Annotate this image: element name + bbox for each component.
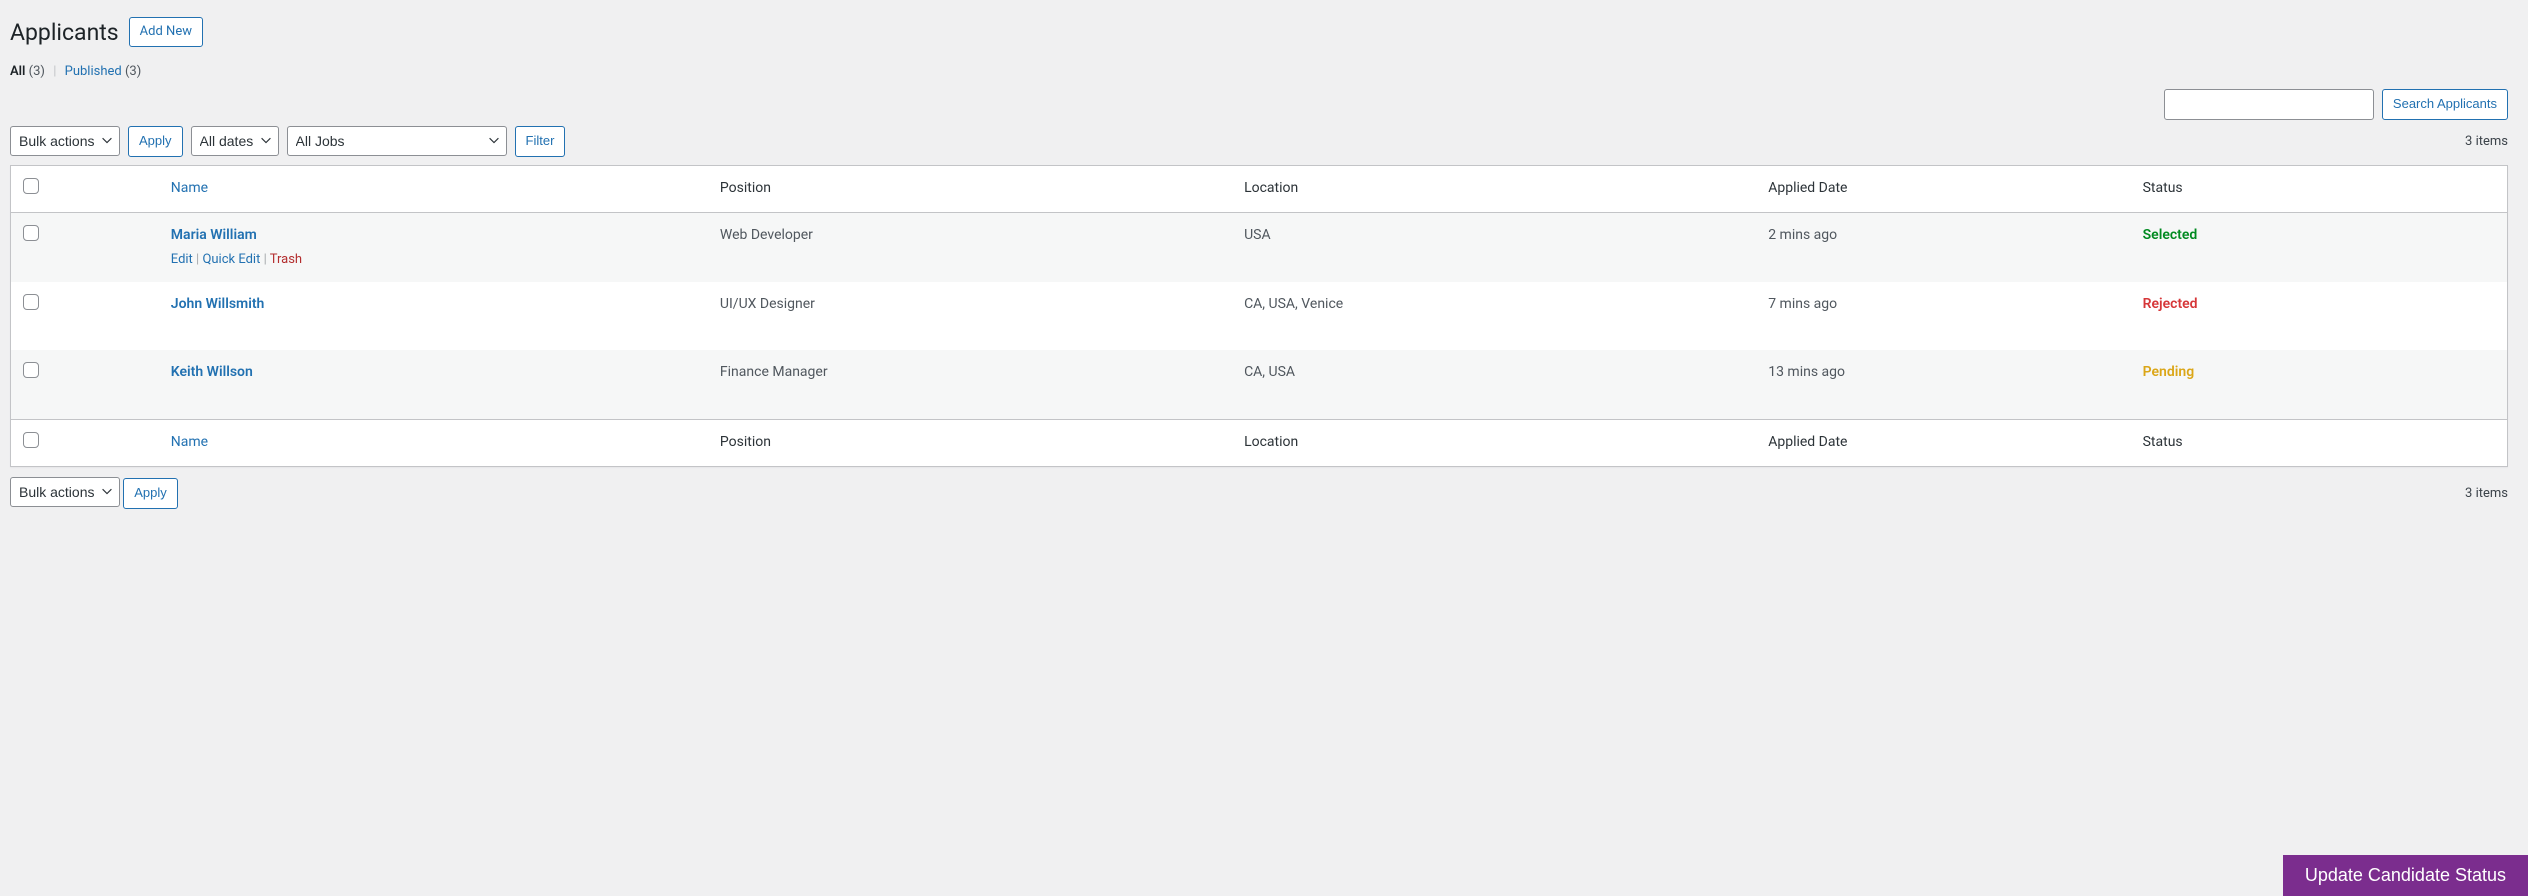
row-action-edit[interactable]: Edit xyxy=(171,252,193,267)
column-applied-date-footer: Applied Date xyxy=(1758,419,2132,467)
list-view-filters: All (3) | Published (3) xyxy=(10,64,2508,79)
column-status-header: Status xyxy=(2133,166,2507,214)
applicant-position-cell: Web Developer xyxy=(710,213,1234,282)
apply-bulk-top[interactable]: Apply xyxy=(128,126,183,157)
applicants-table: Name Position Location Applied Date Stat… xyxy=(10,165,2508,468)
column-position-header: Position xyxy=(710,166,1234,214)
column-name-header[interactable]: Name xyxy=(161,166,710,214)
date-filter-select[interactable]: All dates xyxy=(191,126,279,156)
filter-all-label[interactable]: All xyxy=(10,64,25,79)
select-all-top[interactable] xyxy=(23,178,39,194)
column-location-footer: Location xyxy=(1234,419,1758,467)
table-row: Keith Willson Edit | Quick Edit | Trash … xyxy=(11,350,2507,419)
status-badge: Pending xyxy=(2143,364,2195,380)
table-row: John Willsmith Edit | Quick Edit | Trash… xyxy=(11,282,2507,351)
item-count-bottom: 3 items xyxy=(2465,486,2508,501)
add-new-button[interactable]: Add New xyxy=(129,17,203,48)
page-title: Applicants xyxy=(10,10,119,50)
job-filter-select[interactable]: All Jobs xyxy=(287,126,507,156)
applicant-name-link[interactable]: Keith Willson xyxy=(171,364,253,380)
search-applicants-input[interactable] xyxy=(2164,89,2374,120)
checkbox-header xyxy=(11,166,161,214)
filter-all-count: (3) xyxy=(29,64,45,79)
filter-published-count: (3) xyxy=(125,64,141,79)
filter-button[interactable]: Filter xyxy=(515,126,566,157)
row-action-quick-edit[interactable]: Quick Edit xyxy=(202,252,260,267)
bulk-actions-select-bottom[interactable]: Bulk actions xyxy=(10,477,120,507)
item-count-top: 3 items xyxy=(2465,134,2508,149)
select-all-bottom[interactable] xyxy=(23,432,39,448)
applicant-applied-cell: 13 mins ago xyxy=(1758,350,2132,419)
separator: | xyxy=(48,64,61,79)
column-status-footer: Status xyxy=(2133,419,2507,467)
applicant-position-cell: UI/UX Designer xyxy=(710,282,1234,351)
applicant-applied-cell: 7 mins ago xyxy=(1758,282,2132,351)
applicant-location-cell: CA, USA, Venice xyxy=(1234,282,1758,351)
column-location-header: Location xyxy=(1234,166,1758,214)
update-candidate-status-button[interactable]: Update Candidate Status xyxy=(2283,855,2528,896)
filter-published-link[interactable]: Published xyxy=(65,64,122,79)
apply-bulk-bottom[interactable]: Apply xyxy=(123,478,178,509)
status-badge: Selected xyxy=(2143,227,2198,243)
row-actions: Edit | Quick Edit | Trash xyxy=(171,246,700,270)
applicant-location-cell: CA, USA xyxy=(1234,350,1758,419)
row-checkbox[interactable] xyxy=(23,362,39,378)
applicant-position-cell: Finance Manager xyxy=(710,350,1234,419)
table-row: Maria William Edit | Quick Edit | Trash … xyxy=(11,213,2507,282)
applicant-location-cell: USA xyxy=(1234,213,1758,282)
column-name-footer[interactable]: Name xyxy=(161,419,710,467)
row-checkbox[interactable] xyxy=(23,225,39,241)
status-badge: Rejected xyxy=(2143,296,2198,312)
search-applicants-button[interactable]: Search Applicants xyxy=(2382,89,2508,120)
applicant-name-link[interactable]: John Willsmith xyxy=(171,296,265,312)
applicant-name-link[interactable]: Maria William xyxy=(171,227,257,243)
row-checkbox[interactable] xyxy=(23,294,39,310)
checkbox-footer xyxy=(11,419,161,467)
bulk-actions-select-top[interactable]: Bulk actions xyxy=(10,126,120,156)
applicant-applied-cell: 2 mins ago xyxy=(1758,213,2132,282)
column-position-footer: Position xyxy=(710,419,1234,467)
row-action-trash[interactable]: Trash xyxy=(270,252,302,267)
column-applied-date-header: Applied Date xyxy=(1758,166,2132,214)
